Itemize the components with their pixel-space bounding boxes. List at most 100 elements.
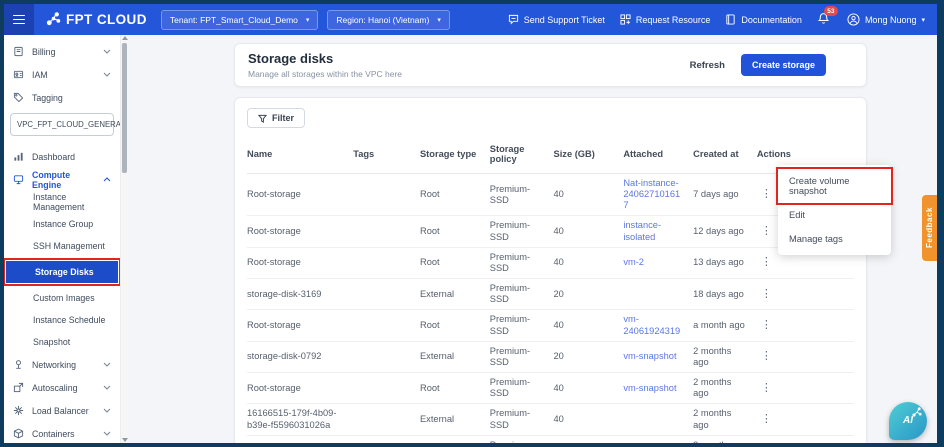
chevron-down-icon: ▾ — [306, 16, 310, 24]
send-support-ticket-link[interactable]: Send Support Ticket — [508, 14, 605, 25]
row-actions-button[interactable]: ⋮ — [757, 188, 776, 201]
cell-attached — [623, 435, 693, 443]
cell-name: Root-storage — [247, 216, 353, 247]
row-actions-button[interactable]: ⋮ — [757, 288, 776, 301]
chevron-down-icon — [103, 72, 111, 77]
cell-attached: vm-snapshot — [623, 373, 693, 404]
sidebar-item-tagging[interactable]: Tagging — [4, 86, 120, 109]
sidebar-item-load-balancer[interactable]: Load Balancer — [4, 399, 120, 422]
sidebar-item-containers[interactable]: Containers — [4, 422, 120, 443]
request-resource-icon — [620, 14, 631, 25]
attached-instance-link[interactable]: vm-snapshot — [623, 351, 676, 361]
dashboard-icon — [13, 151, 24, 162]
cell-storage-policy: Premium-SSD — [490, 174, 554, 216]
chevron-down-icon — [103, 408, 111, 413]
context-menu-item-edit[interactable]: Edit — [778, 203, 891, 227]
chevron-down-icon — [103, 385, 111, 390]
table-header: Name Tags Storage type Storage policy Si… — [247, 138, 854, 174]
ai-assistant-label: AI — [903, 416, 913, 426]
scroll-up-arrow[interactable] — [122, 36, 128, 40]
request-resource-link[interactable]: Request Resource — [620, 14, 711, 25]
sidebar-item-autoscaling[interactable]: Autoscaling — [4, 376, 120, 399]
documentation-link[interactable]: Documentation — [725, 14, 802, 25]
sidebar-item-ssh-management[interactable]: SSH Management — [4, 235, 120, 257]
create-storage-button[interactable]: Create storage — [741, 54, 826, 76]
scroll-down-arrow[interactable] — [122, 438, 128, 442]
logo-text: FPT CLOUD — [66, 12, 147, 27]
sidebar-item-networking[interactable]: Networking — [4, 353, 120, 376]
attached-instance-link[interactable]: vm-24061924319 — [623, 314, 680, 335]
storage-table-card: Filter Name Tags Storage type Storage po… — [234, 97, 867, 443]
molecule-icon — [912, 407, 922, 417]
page-header-actions: Refresh Create storage — [690, 54, 826, 76]
topbar-right: Send Support Ticket Request Resource Doc… — [508, 12, 937, 27]
row-actions-button[interactable]: ⋮ — [757, 413, 776, 426]
sidebar-item-dashboard[interactable]: Dashboard — [4, 145, 120, 168]
sidebar-item-compute-engine[interactable]: Compute Engine — [4, 168, 120, 191]
row-actions-button[interactable]: ⋮ — [757, 382, 776, 395]
row-actions-button[interactable]: ⋮ — [757, 350, 776, 363]
context-menu-item-manage-tags[interactable]: Manage tags — [778, 227, 891, 251]
sidebar-item-instance-group[interactable]: Instance Group — [4, 213, 120, 235]
chevron-down-icon: ▾ — [437, 16, 441, 24]
attached-instance-link[interactable]: vm-snapshot — [623, 383, 676, 393]
cell-name: storage-disk-7694 — [247, 435, 353, 443]
filter-button[interactable]: Filter — [247, 108, 305, 128]
sidebar-label: Load Balancer — [32, 406, 89, 416]
row-actions-button[interactable]: ⋮ — [757, 225, 776, 238]
cell-storage-policy: Premium-SSD — [490, 247, 554, 278]
cell-storage-policy: Premium-SSD — [490, 373, 554, 404]
sidebar-item-custom-images[interactable]: Custom Images — [4, 287, 120, 309]
sidebar-item-instance-schedule[interactable]: Instance Schedule — [4, 309, 120, 331]
tenant-selector[interactable]: Tenant: FPT_Smart_Cloud_Demo ▾ — [161, 10, 319, 30]
cell-storage-type: Root — [420, 216, 490, 247]
column-header-storage-type: Storage type — [420, 138, 490, 174]
ai-assistant-button[interactable]: AI — [889, 402, 927, 440]
feedback-tab[interactable]: Feedback — [922, 195, 937, 261]
sidebar-item-storage-disks[interactable]: Storage Disks — [6, 261, 118, 283]
cell-name: Root-storage — [247, 373, 353, 404]
cell-created-at: 2 months ago — [693, 341, 757, 372]
support-ticket-label: Send Support Ticket — [524, 15, 605, 25]
cell-actions: ⋮ — [757, 373, 854, 404]
sidebar-item-snapshot[interactable]: Snapshot — [4, 331, 120, 353]
cell-created-at: 2 months ago — [693, 404, 757, 435]
table-row: Root-storageRootPremium-SSD40vm-24061924… — [247, 310, 854, 341]
row-actions-button[interactable]: ⋮ — [757, 319, 776, 332]
cell-created-at: a month ago — [693, 310, 757, 341]
notifications-button[interactable]: 53 — [817, 12, 830, 27]
table-row: Root-storageRootPremium-SSD40vm-213 days… — [247, 247, 854, 278]
row-actions-button[interactable]: ⋮ — [757, 256, 776, 269]
cell-attached: vm-24061924319 — [623, 310, 693, 341]
cell-tags — [353, 279, 420, 310]
cell-tags — [353, 310, 420, 341]
cell-storage-policy: Premium-SSD — [490, 310, 554, 341]
cell-storage-type: External — [420, 341, 490, 372]
scrollbar-thumb[interactable] — [122, 43, 127, 173]
cell-storage-policy: Premium-SSD — [490, 216, 554, 247]
sidebar-item-iam[interactable]: IAM — [4, 63, 120, 86]
context-menu-item-create-volume-snapshot[interactable]: Create volume snapshot — [778, 169, 891, 203]
attached-instance-link[interactable]: instance-isolated — [623, 220, 661, 241]
cell-name: storage-disk-3169 — [247, 279, 353, 310]
cell-storage-policy: Premium-SSD — [490, 404, 554, 435]
cell-name: storage-disk-0792 — [247, 341, 353, 372]
cell-actions: ⋮ — [757, 435, 854, 443]
topbar: FPT CLOUD Tenant: FPT_Smart_Cloud_Demo ▾… — [4, 4, 937, 35]
vpc-selector[interactable]: VPC_FPT_CLOUD_GENERAL — [10, 113, 114, 136]
table-row: Root-storageRootPremium-SSD40vm-snapshot… — [247, 373, 854, 404]
region-selector[interactable]: Region: Hanoi (Vietnam) ▾ — [327, 10, 449, 30]
user-menu[interactable]: Mong Nuong ▾ — [847, 13, 925, 26]
attached-instance-link[interactable]: Nat-instance-240627101617 — [623, 178, 680, 210]
sidebar-label: Networking — [32, 360, 76, 370]
attached-instance-link[interactable]: vm-2 — [623, 257, 644, 267]
cell-size: 20 — [554, 435, 624, 443]
autoscaling-icon — [13, 382, 24, 393]
sidebar-item-billing[interactable]: Billing — [4, 40, 120, 63]
page-header-card: Storage disks Manage all storages within… — [234, 43, 867, 87]
sidebar-item-instance-management[interactable]: Instance Management — [4, 191, 120, 213]
menu-toggle-button[interactable] — [4, 4, 34, 35]
cell-attached: Nat-instance-240627101617 — [623, 174, 693, 216]
sidebar-label: IAM — [32, 70, 48, 80]
refresh-button[interactable]: Refresh — [690, 60, 725, 71]
